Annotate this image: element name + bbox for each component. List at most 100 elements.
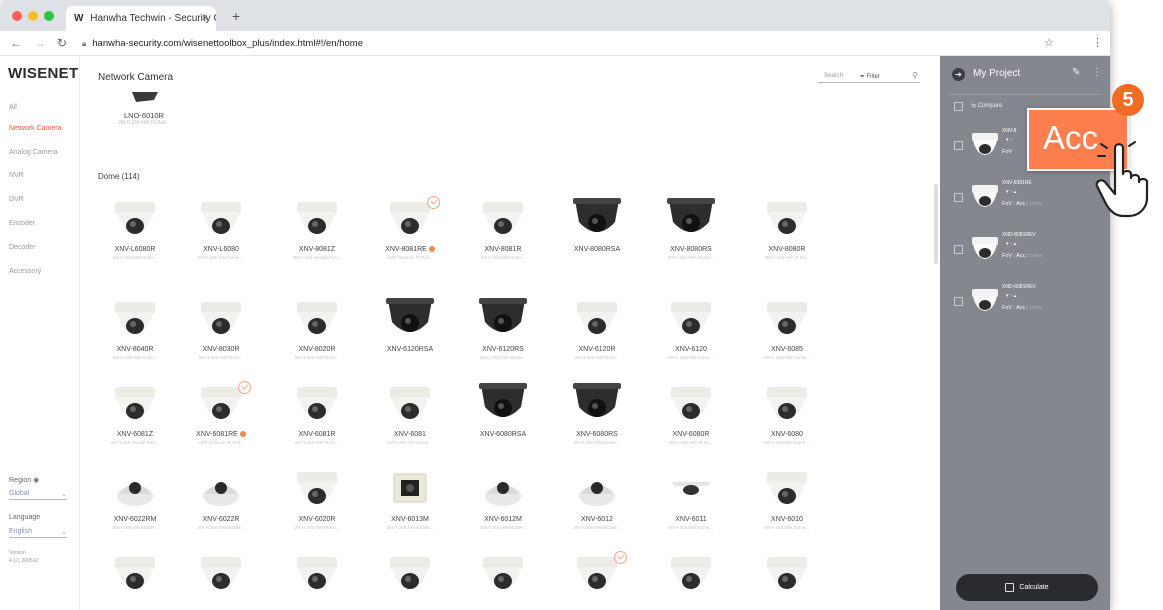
fov-button[interactable]: FoV [1002, 201, 1012, 207]
fov-button[interactable]: FoV [1002, 305, 1012, 311]
forward-icon[interactable]: → [34, 36, 46, 50]
product-card[interactable]: XNV-8030R 5M H.265 NW IR Do... [176, 296, 266, 376]
camera-image [103, 466, 167, 514]
scrollbar[interactable] [934, 184, 938, 264]
browser-tab[interactable]: W Hanwha Techwin - Security Gi × [66, 6, 216, 31]
product-list-area: Network Camera ⏷ Filter Search ⚲ LNO-6010… [80, 56, 940, 610]
product-card[interactable]: XNV-6081RE 2MP Network IR Poll... [176, 381, 266, 461]
product-card[interactable]: XNV-L6080R 2M H.265 NW IR Do... [90, 196, 180, 276]
project-item-sort-icons[interactable]: ▾ ↑ ▴ [1006, 189, 1016, 195]
added-check-icon[interactable] [614, 551, 627, 564]
product-card[interactable]: XNV-6010 2M H.265 NW Dome ... [742, 466, 832, 546]
close-tab-icon[interactable]: × [202, 6, 208, 31]
product-desc: 2M H.265 NW IR Do... [294, 440, 340, 445]
compare-button[interactable]: ⇆ Compare [971, 102, 1002, 109]
product-card[interactable]: XNV-6022R 2M H.265 NW Mobile... [176, 466, 266, 546]
product-card[interactable]: XNV-6012M 2M H.265 NW Mobile... [458, 466, 548, 546]
close-window-dot[interactable] [12, 11, 22, 21]
lens-button[interactable]: Lens [1030, 253, 1042, 259]
lens-button[interactable]: Lens [1030, 305, 1042, 311]
product-card[interactable]: XNV-6080RS 2M H.265 NW Stainle... [552, 381, 642, 461]
product-card[interactable]: XNV-6080RSA [458, 381, 548, 461]
maximize-window-dot[interactable] [44, 11, 54, 21]
added-check-icon[interactable] [427, 196, 440, 209]
product-card[interactable]: XNV-6120R 2M H.265 NW IR Do... [552, 296, 642, 376]
sidebar-item-accessory[interactable]: Accessory [9, 268, 41, 275]
product-card[interactable]: XNV-6020R 2M H.265 NW IR Do... [272, 466, 362, 546]
product-card[interactable]: XNV-L6080 2M H.265 NW Dome ... [176, 196, 266, 276]
sidebar-item-all[interactable]: All [9, 104, 17, 111]
project-item-checkbox[interactable] [954, 297, 963, 306]
product-card[interactable]: XNV-6011 2M H.265 NW Dome ... [646, 466, 736, 546]
search-input[interactable]: Search ⚲ [818, 71, 920, 83]
product-card[interactable]: XNV-8080RSA [552, 196, 642, 276]
product-card[interactable] [742, 551, 832, 610]
product-card[interactable]: XNV-6120 2M H.265 NW Dome ... [646, 296, 736, 376]
product-card[interactable]: XNV-8081RE 5MP Network IR Poll... [365, 196, 455, 276]
new-tab-icon[interactable]: + [232, 8, 240, 24]
product-card[interactable]: XNV-6081 2M H.265 NW Dome ... [365, 381, 455, 461]
product-card[interactable] [272, 551, 362, 610]
project-item-sort-icons[interactable]: ▾ ↑ ▴ [1006, 241, 1016, 247]
sidebar-item-decoder[interactable]: Decoder [9, 244, 35, 251]
project-camera-image [970, 234, 1000, 264]
product-card[interactable]: XNV-6081Z 2M H.265 Vandal-Resi... [90, 381, 180, 461]
project-item-checkbox[interactable] [954, 193, 963, 202]
product-card[interactable] [90, 551, 180, 610]
project-item[interactable]: XND-8081REV ▾ ↑ ▴ FoV | Acc | Lens [940, 230, 1110, 282]
product-card[interactable]: XNV-8080RS 5M H.265 NW Stainle... [646, 196, 736, 276]
url-field[interactable]: 🔒︎ hanwha-security.com/wisenettoolbox_plu… [82, 35, 1062, 52]
product-desc: 2M H.265 NW Stainle... [573, 440, 621, 445]
product-card[interactable]: XNV-6080 2M H.265 NW Dome ... [742, 381, 832, 461]
product-card[interactable]: XNV-8081R 5M H.265 NW IR Do... [458, 196, 548, 276]
back-icon[interactable]: ← [10, 36, 22, 50]
product-card[interactable] [458, 551, 548, 610]
product-card[interactable]: XNV-6081R 2M H.265 NW IR Do... [272, 381, 362, 461]
sidebar-item-network-camera[interactable]: Network Camera [9, 125, 62, 132]
product-desc: 2M H.265 NW Stainle... [479, 355, 527, 360]
product-card[interactable]: XNV-6013M 2M H.265 NW Mobile... [365, 466, 455, 546]
select-all-checkbox[interactable] [954, 102, 963, 111]
sidebar-item-dvr[interactable]: DVR [9, 196, 24, 203]
product-card[interactable] [552, 551, 642, 610]
browser-menu-icon[interactable]: ⋮ [1092, 36, 1103, 49]
added-check-icon[interactable] [238, 381, 251, 394]
sidebar-item-analog-camera[interactable]: Analog Camera [9, 149, 58, 156]
calculate-button[interactable]: Calculate [956, 574, 1098, 601]
fov-button[interactable]: FoV [1002, 253, 1012, 259]
project-item-checkbox[interactable] [954, 245, 963, 254]
collapse-arrow-icon[interactable]: ➔ [952, 68, 965, 81]
product-card[interactable]: XNV-8081Z 5M H.265 Vandal-Resi... [272, 196, 362, 276]
product-name: XNV-6022R [202, 516, 240, 523]
product-card-top[interactable]: LNO-6010R 2M H.264 NW IR Bull... [100, 92, 188, 126]
product-desc: 5M H.265 Vandal-Resi... [292, 255, 342, 260]
product-card[interactable]: XNV-6120RS 2M H.265 NW Stainle... [458, 296, 548, 376]
product-card[interactable]: XNV-6080R 2M H.265 NW IR Do... [646, 381, 736, 461]
product-card[interactable]: XNV-6120RSA [365, 296, 455, 376]
sidebar-item-encoder[interactable]: Encoder [9, 220, 35, 227]
project-item-checkbox[interactable] [954, 141, 963, 150]
product-card[interactable] [365, 551, 455, 610]
reload-icon[interactable]: ↻ [57, 36, 67, 50]
product-card[interactable] [646, 551, 736, 610]
bookmark-star-icon[interactable]: ☆ [1044, 36, 1054, 49]
product-card[interactable]: XNV-6012 2M H.265 NW Mobile... [552, 466, 642, 546]
language-select[interactable]: ⌄ English [9, 528, 67, 538]
minimize-window-dot[interactable] [28, 11, 38, 21]
product-card[interactable]: XNV-8020R 5M H.265 NW IR Do... [272, 296, 362, 376]
region-select[interactable]: ⌄ Global [9, 490, 67, 500]
product-card[interactable]: XNV-6022RM 2M H.265 NW Mobile... [90, 466, 180, 546]
product-card[interactable]: XNV-6085 2M H.265 NW Camer... [742, 296, 832, 376]
edit-pencil-icon[interactable]: ✎ [1072, 67, 1080, 78]
product-card[interactable] [176, 551, 266, 610]
sidebar-item-nvr[interactable]: NVR [9, 172, 24, 179]
fov-button[interactable]: FoV [1002, 149, 1012, 155]
product-card[interactable]: XNV-8040R 5M H.265 NW IR Do... [90, 296, 180, 376]
product-card[interactable]: XNV-8080R 5M H.265 NW IR Do... [742, 196, 832, 276]
product-desc: 2M H.264 NW IR Bull... [118, 120, 170, 126]
project-menu-icon[interactable]: ⋮ [1092, 67, 1102, 78]
project-item[interactable]: XND-6081REV ▾ ↑ ▴ FoV | Acc | Lens [940, 282, 1110, 334]
lens-button[interactable]: Lens [1030, 201, 1042, 207]
project-item-sort-icons[interactable]: ▾ ↑ ▴ [1006, 293, 1016, 299]
project-item-sort-icons[interactable]: ▾ ↑ [1006, 137, 1012, 143]
